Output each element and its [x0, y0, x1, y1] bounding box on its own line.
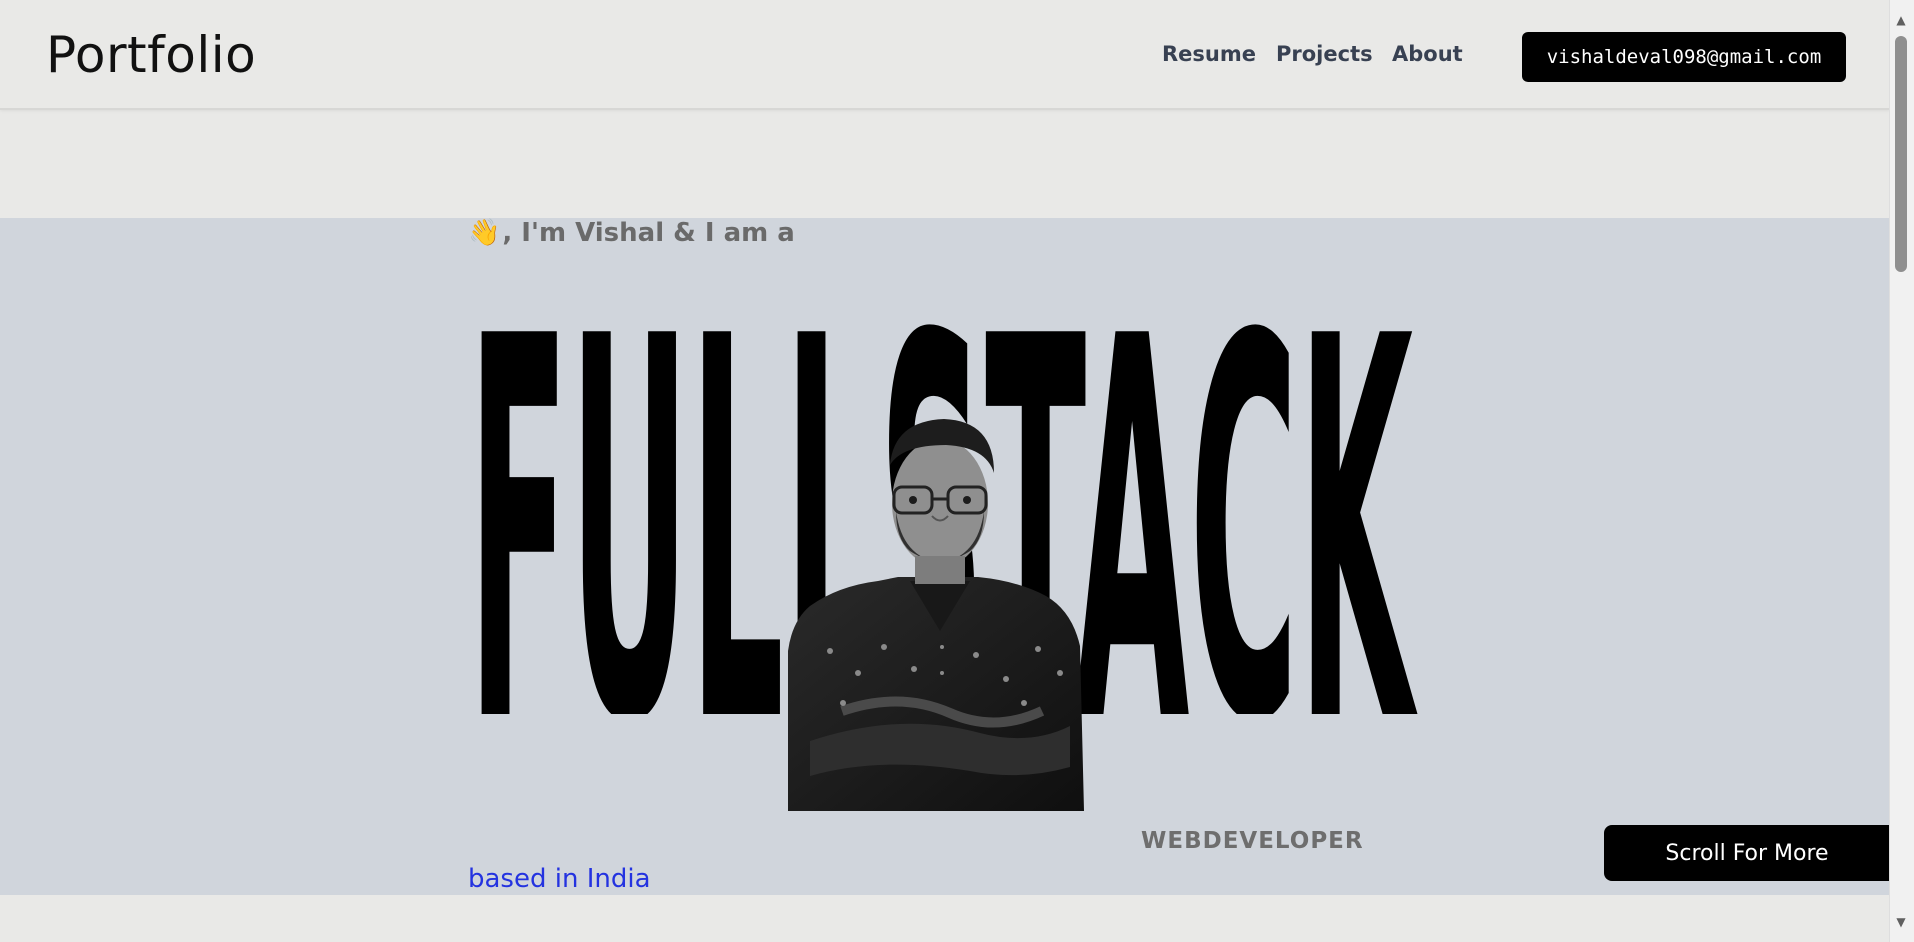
profile-portrait: [788, 419, 1084, 811]
nav-projects-link[interactable]: Projects: [1276, 42, 1373, 66]
chevron-down-icon[interactable]: ▼: [1895, 916, 1907, 928]
nav-about-link[interactable]: About: [1392, 42, 1463, 66]
role-label: WEBDEVELOPER: [1141, 828, 1364, 854]
hero-greeting-text: , I'm Vishal & I am a: [502, 218, 795, 248]
brand-logo[interactable]: Portfolio: [46, 26, 256, 84]
top-navbar: Portfolio Resume Projects About vishalde…: [0, 0, 1890, 110]
location-text: based in India: [468, 864, 651, 894]
nav-resume-link[interactable]: Resume: [1162, 42, 1256, 66]
scrollbar-thumb[interactable]: [1895, 36, 1907, 272]
wave-icon: 👋: [468, 218, 501, 248]
email-button[interactable]: vishaldeval098@gmail.com: [1522, 32, 1846, 82]
hero-section: 👋 , I'm Vishal & I am a FULLSTACK: [0, 218, 1890, 895]
portfolio-page: Portfolio Resume Projects About vishalde…: [0, 0, 1914, 942]
scroll-for-more-button[interactable]: Scroll For More: [1604, 825, 1890, 881]
hero-greeting: 👋 , I'm Vishal & I am a: [468, 218, 795, 248]
chevron-up-icon[interactable]: ▲: [1895, 14, 1907, 26]
vertical-scrollbar[interactable]: ▲ ▼: [1889, 0, 1914, 942]
